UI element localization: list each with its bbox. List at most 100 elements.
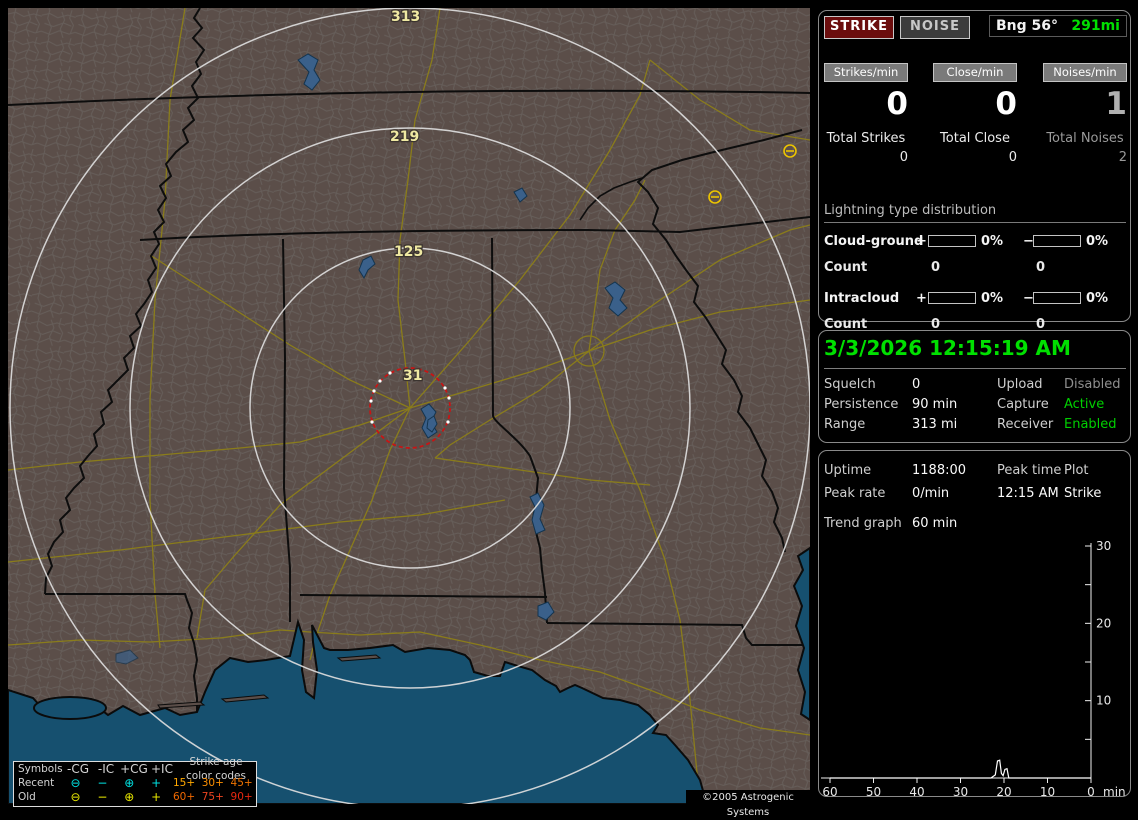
legend-old-label: Old <box>18 791 36 803</box>
close-per-min-value: 0 <box>995 86 1017 122</box>
total-strikes-value: 0 <box>899 150 908 165</box>
total-noises-value: 2 <box>1118 150 1127 165</box>
cg-positive-count: 0 <box>931 260 941 275</box>
ic-negative-bar <box>1033 292 1081 304</box>
y-tick-label: 10 <box>1096 694 1111 708</box>
receiver-label: Receiver <box>997 417 1054 432</box>
pos-cg-old-icon: ⊕ <box>124 790 135 804</box>
total-close-value: 0 <box>1008 150 1017 165</box>
age-15: 15+ <box>172 777 196 789</box>
pos-ic-old-icon: + <box>151 790 162 804</box>
age-90: 90+ <box>230 791 253 803</box>
strikes-per-min-button[interactable]: Strikes/min <box>824 63 908 82</box>
ring-label-31: 31 <box>403 368 422 384</box>
neg-cg-old-icon: ⊖ <box>70 790 81 804</box>
range-value: 313 mi <box>912 417 958 432</box>
trend-series <box>830 759 1091 779</box>
map-canvas: 313 219 125 31 <box>7 7 811 809</box>
legend-col-+cg: +CG <box>120 762 148 776</box>
range-label: Range <box>824 417 866 432</box>
bearing-value: Bng 56° <box>996 18 1059 34</box>
bearing-readout: Bng 56° 291mi <box>989 15 1127 37</box>
total-strikes-label: Total Strikes <box>826 131 906 146</box>
cg-positive-pct: 0% <box>981 234 1004 249</box>
legend-recent-label: Recent <box>18 777 55 789</box>
x-tick-label: 40 <box>909 785 924 796</box>
noises-per-min-value: 1 <box>1105 86 1127 122</box>
legend-header-row: Symbols -CG -IC +CG +IC Strike age color… <box>14 756 256 782</box>
clock-settings-panel: 3/3/2026 12:15:19 AM Squelch 0 Upload Di… <box>818 330 1131 443</box>
total-close-label: Total Close <box>940 131 1010 146</box>
settings-row: Range 313 mi Receiver Enabled <box>824 417 1126 437</box>
plus-sign: + <box>916 291 927 306</box>
cg-negative-count: 0 <box>1036 260 1046 275</box>
lightning-type-distribution: Lightning type distribution Cloud-ground… <box>824 203 1126 337</box>
distribution-title: Lightning type distribution <box>824 203 1126 223</box>
upload-status: Disabled <box>1064 377 1121 392</box>
close-per-min-button[interactable]: Close/min <box>933 63 1017 82</box>
pos-ic-recent-icon: + <box>151 776 162 790</box>
ring-label-313: 313 <box>391 9 420 25</box>
x-tick-label: 60 <box>822 785 837 796</box>
bearing-distance: 291mi <box>1071 18 1120 34</box>
nexstorm-window: { "map": { "ring_labels": {"r313": "313"… <box>0 0 1138 818</box>
strikes-column: Strikes/min 0 Total Strikes 0 <box>824 63 908 165</box>
neg-cg-recent-icon: ⊖ <box>70 776 81 790</box>
trend-graph: 30 20 10 60 50 40 30 20 10 0 min <box>821 539 1126 796</box>
legend-col-+ic: +IC <box>151 762 173 776</box>
capture-label: Capture <box>997 397 1049 412</box>
symbol-legend: Symbols -CG -IC +CG +IC Strike age color… <box>13 756 257 807</box>
x-tick-label: 20 <box>996 785 1011 796</box>
cg-positive-bar <box>928 235 976 247</box>
legend-symbols-header: Symbols <box>18 763 63 775</box>
lightning-map[interactable]: 313 219 125 31 Symbols -CG -IC +CG +IC S… <box>7 7 811 818</box>
trend-axes <box>821 543 1092 779</box>
datetime-display: 3/3/2026 12:15:19 AM <box>824 336 1126 369</box>
ic-negative-pct: 0% <box>1086 291 1109 306</box>
age-30: 30+ <box>201 777 224 789</box>
count-label: Count <box>824 260 868 275</box>
age-75: 75+ <box>201 791 224 803</box>
x-tick-label: 10 <box>1040 785 1055 796</box>
neg-ic-recent-icon: − <box>97 776 108 790</box>
strike-stats-panel: STRIKE NOISE Bng 56° 291mi Strikes/min 0… <box>818 10 1131 332</box>
legend-old-row: Old ⊖ − ⊕ + 60+ 75+ 90+ <box>14 790 256 804</box>
x-tick-label: 30 <box>953 785 968 796</box>
uptime-trend-panel: Uptime 1188:00 Peak time Plot Peak rate … <box>818 450 1131 797</box>
cloud-ground-count-row: Count 0 0 <box>824 256 1126 280</box>
cloud-ground-row: Cloud-ground + 0% − 0% <box>824 228 1126 254</box>
cloud-ground-label: Cloud-ground <box>824 234 924 249</box>
ic-positive-pct: 0% <box>981 291 1004 306</box>
settings-row: Persistence 90 min Capture Active <box>824 397 1126 417</box>
x-tick-label: 50 <box>866 785 881 796</box>
noise-mode-button[interactable]: NOISE <box>900 16 970 39</box>
plus-sign: + <box>916 234 927 249</box>
age-60: 60+ <box>172 791 196 803</box>
squelch-value: 0 <box>912 377 921 392</box>
noises-per-min-button[interactable]: Noises/min <box>1043 63 1127 82</box>
intracloud-row: Intracloud + 0% − 0% <box>824 285 1126 311</box>
intracloud-label: Intracloud <box>824 291 900 306</box>
x-axis-unit: min <box>1103 785 1126 796</box>
capture-status: Active <box>1064 397 1105 412</box>
age-45: 45+ <box>230 777 253 789</box>
y-tick-label: 20 <box>1096 616 1111 630</box>
squelch-label: Squelch <box>824 377 876 392</box>
persistence-label: Persistence <box>824 397 899 412</box>
noises-column: Noises/min 1 Total Noises 2 <box>1043 63 1127 165</box>
ic-positive-bar <box>928 292 976 304</box>
close-column: Close/min 0 Total Close 0 <box>933 63 1017 165</box>
ring-label-125: 125 <box>394 244 423 260</box>
cg-negative-pct: 0% <box>1086 234 1109 249</box>
y-tick-label: 30 <box>1096 539 1111 553</box>
strikes-per-min-value: 0 <box>886 86 908 122</box>
legend-col--cg: -CG <box>66 762 89 776</box>
strike-mode-button[interactable]: STRIKE <box>824 16 894 39</box>
total-noises-label: Total Noises <box>1046 131 1124 146</box>
persistence-value: 90 min <box>912 397 958 412</box>
receiver-status: Enabled <box>1064 417 1117 432</box>
pos-cg-recent-icon: ⊕ <box>124 776 135 790</box>
ring-label-219: 219 <box>390 129 419 145</box>
legend-recent-row: Recent ⊖ − ⊕ + 15+ 30+ 45+ <box>14 776 256 790</box>
copyright-notice: ©2005 Astrogenic Systems <box>686 790 810 818</box>
